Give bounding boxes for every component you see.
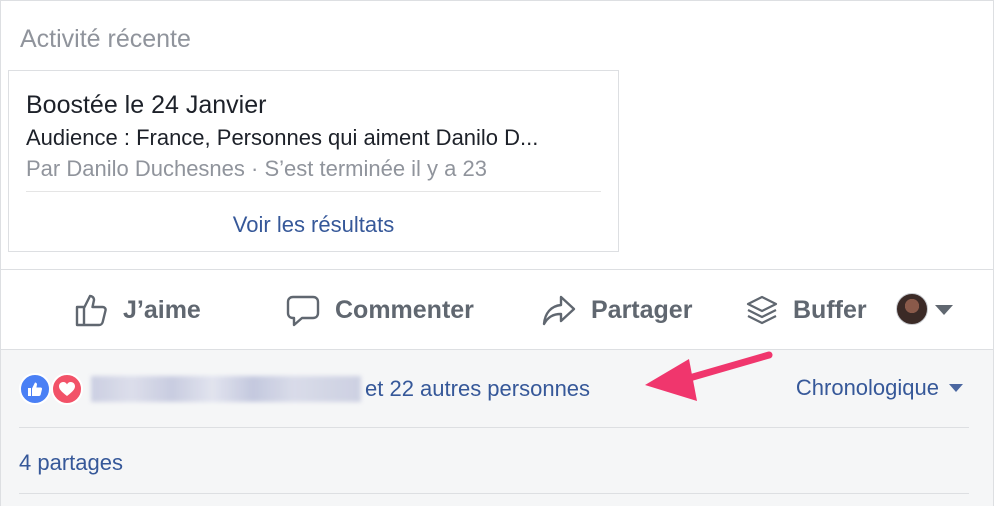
share-button[interactable]: Partager [541,292,692,328]
reactions-section: et 22 autres personnes Chronologique 4 p… [1,349,993,506]
recent-activity-title: Activité récente [20,25,191,53]
like-label: J’aime [123,295,201,324]
comment-button[interactable]: Commenter [285,292,474,328]
comment-label: Commenter [335,295,474,324]
boost-title: Boostée le 24 Janvier [26,91,267,119]
heart-reaction-icon [51,373,83,405]
boost-summary-box: Boostée le 24 Janvier Audience : France,… [8,70,619,252]
action-bar: J’aime Commenter Partager Buffer [1,270,993,349]
reactions-summary[interactable]: et 22 autres personnes [19,372,590,406]
share-label: Partager [591,295,693,324]
chevron-down-icon[interactable] [935,305,953,315]
thumbs-up-icon [75,294,107,327]
buffer-button[interactable]: Buffer [745,292,867,328]
view-results-link[interactable]: Voir les résultats [9,212,618,238]
reactions-count-text[interactable]: et 22 autres personnes [365,376,590,402]
boost-meta: Par Danilo Duchesnes · S’est terminée il… [26,156,487,181]
chevron-down-icon [949,384,963,392]
avatar[interactable] [896,293,928,325]
comment-icon [286,295,320,327]
divider [19,427,969,428]
comment-order-dropdown[interactable]: Chronologique [796,375,963,401]
like-reaction-icon [19,373,51,405]
divider [26,191,601,192]
shares-count-link[interactable]: 4 partages [19,450,123,476]
order-label: Chronologique [795,375,939,400]
like-button[interactable]: J’aime [73,292,201,328]
annotation-arrow-icon [645,351,773,401]
share-arrow-icon [542,295,576,326]
blurred-reactor-name [91,376,361,402]
divider [19,493,969,494]
buffer-label: Buffer [793,295,867,324]
post-card: Activité récente Boostée le 24 Janvier A… [0,0,994,506]
buffer-layers-icon [746,295,778,325]
boost-audience: Audience : France, Personnes qui aiment … [26,125,539,150]
reaction-icons [19,373,85,405]
